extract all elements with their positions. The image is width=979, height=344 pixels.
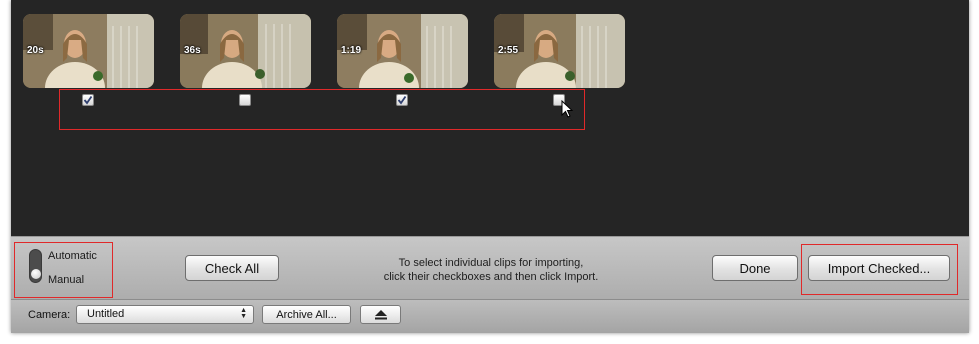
clip-duration: 2:55 (498, 45, 519, 56)
clip-duration: 1:19 (341, 45, 362, 56)
archive-all-button[interactable]: Archive All... (262, 305, 351, 324)
import-instructions: To select individual clips for importing… (341, 256, 641, 284)
clip-duration: 20s (27, 45, 44, 56)
done-button[interactable]: Done (712, 255, 798, 281)
check-all-button[interactable]: Check All (185, 255, 279, 281)
camera-bar: Camera: Untitled ▲ ▼ Archive All... (11, 299, 969, 333)
eject-button[interactable] (360, 305, 401, 324)
clip-duration: 36s (184, 45, 201, 56)
clip-thumbnail-3[interactable]: 1:19 (337, 14, 468, 88)
camera-label: Camera: (28, 309, 71, 321)
checkbox-callout-box (59, 89, 585, 130)
hint-line-1: To select individual clips for importing… (398, 257, 584, 269)
camera-select-value: Untitled (87, 308, 125, 320)
clip-thumbnail-1[interactable]: 20s (23, 14, 154, 88)
import-callout-box (801, 244, 958, 295)
hint-line-2: click their checkboxes and then click Im… (383, 271, 599, 283)
import-window: 20s 36s 1:19 2:55 Automatic Manual Check… (11, 0, 969, 333)
import-toolbar: Automatic Manual Check All To select ind… (11, 236, 969, 299)
clip-thumbnail-2[interactable]: 36s (180, 14, 311, 88)
updown-arrows-icon: ▲ ▼ (240, 307, 247, 320)
eject-icon (374, 309, 387, 319)
mode-callout-box (14, 242, 113, 298)
clip-thumbnail-4[interactable]: 2:55 (494, 14, 625, 88)
clip-browser: 20s 36s 1:19 2:55 (11, 0, 969, 236)
mouse-pointer-icon (561, 100, 574, 118)
camera-select[interactable]: Untitled ▲ ▼ (76, 305, 254, 324)
